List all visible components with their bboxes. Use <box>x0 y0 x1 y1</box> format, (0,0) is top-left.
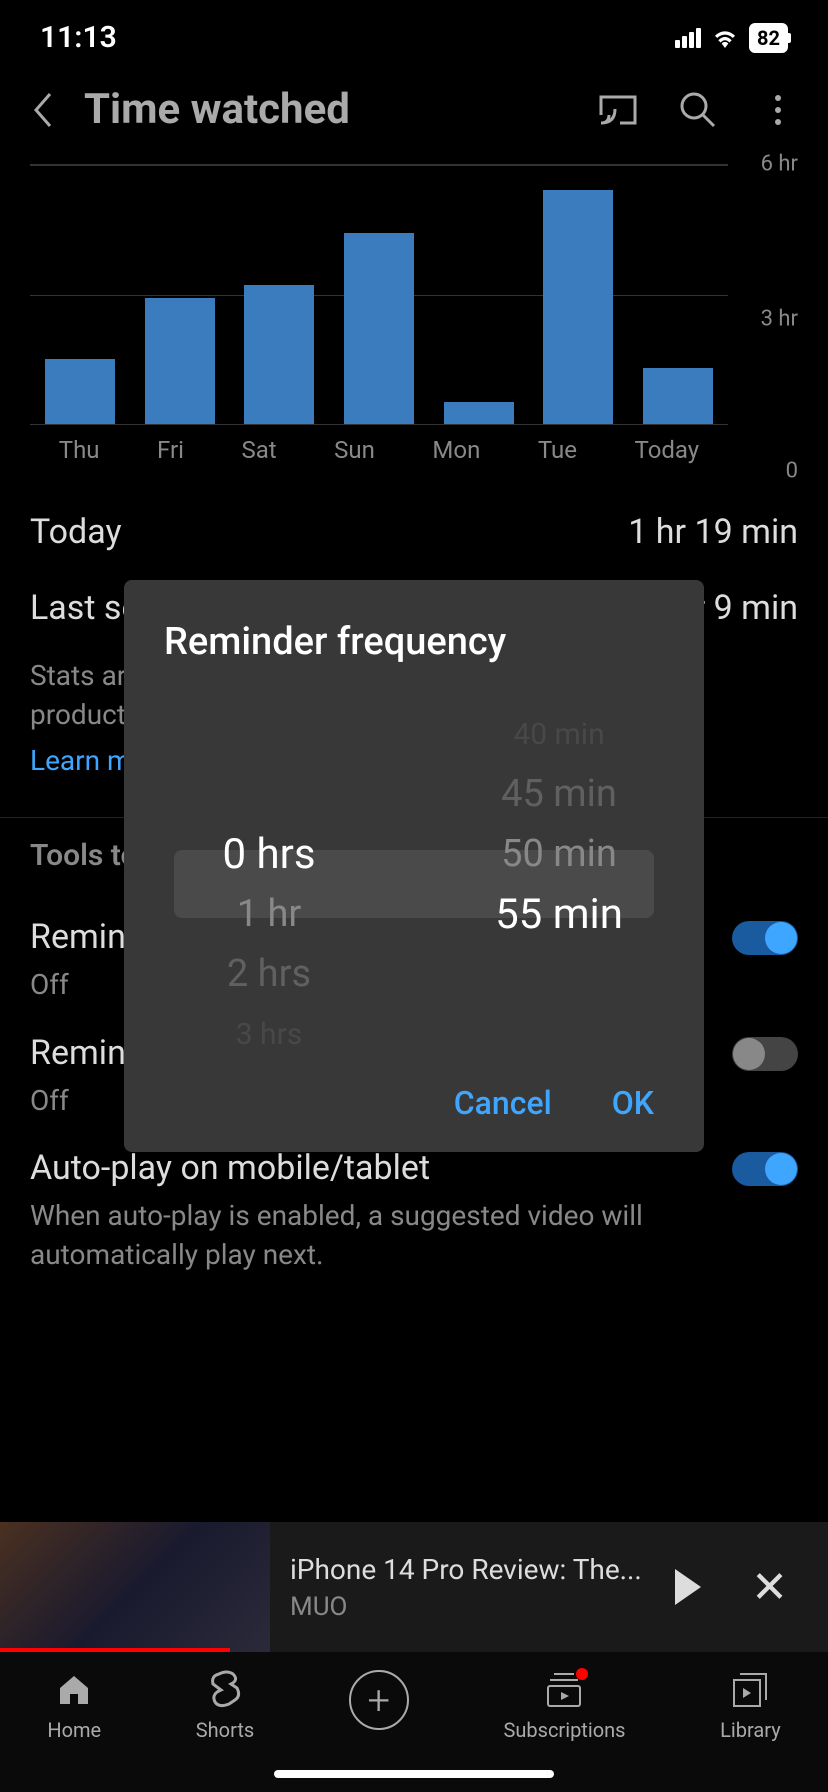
picker-item: 3 hrs <box>124 1004 414 1064</box>
cancel-button[interactable]: Cancel <box>454 1084 552 1122</box>
picker-item: 2 hrs <box>124 944 414 1004</box>
reminder-frequency-dialog: Reminder frequency 0 hrs 1 hr 2 hrs 3 hr… <box>124 580 704 1152</box>
picker-item: 45 min <box>414 764 704 824</box>
picker-item-selected: 0 hrs <box>124 824 414 884</box>
modal-overlay: Reminder frequency 0 hrs 1 hr 2 hrs 3 hr… <box>0 0 828 1792</box>
dialog-title: Reminder frequency <box>124 620 704 704</box>
picker-item-selected: 55 min <box>414 884 704 944</box>
picker-item: 40 min <box>414 704 704 764</box>
picker-item: 1 hr <box>124 884 414 944</box>
hours-picker[interactable]: 0 hrs 1 hr 2 hrs 3 hrs <box>124 704 414 1064</box>
ok-button[interactable]: OK <box>612 1084 654 1122</box>
picker-item: 50 min <box>414 824 704 884</box>
minutes-picker[interactable]: 40 min 45 min 50 min 55 min <box>414 704 704 1064</box>
